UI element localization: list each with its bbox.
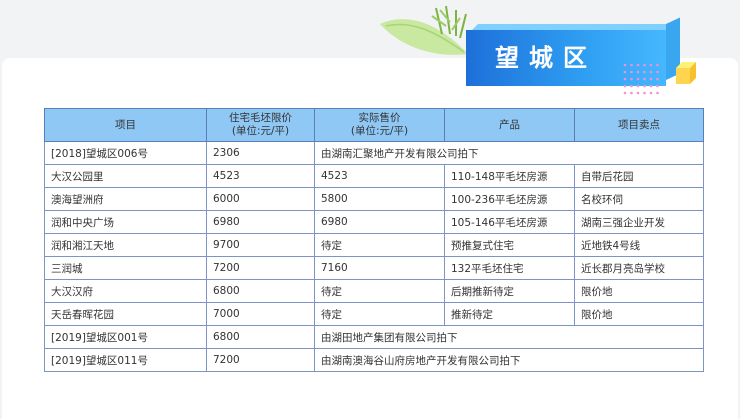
cell-note: 由湖田地产集团有限公司拍下: [314, 325, 704, 349]
cell-limit-price: 6980: [206, 210, 315, 234]
pattern-dot: [623, 91, 627, 95]
header-actual-price: 实际售价 (单位:元/平): [314, 108, 445, 142]
cell-limit-price: 6800: [206, 279, 315, 303]
cell-project: 润和湘江天地: [44, 233, 207, 257]
cell-product: 132平毛坯住宅: [444, 256, 575, 280]
pattern-dot: [630, 70, 633, 74]
cell-product: 预推复式住宅: [444, 233, 575, 257]
pattern-dot: [643, 70, 646, 74]
cell-project: [2018]望城区006号: [44, 141, 207, 165]
table-row: 润和湘江天地 9700 待定 预推复式住宅 近地铁4号线: [44, 233, 704, 257]
cell-project: 天岳春晖花园: [44, 302, 207, 326]
cell-project: [2019]望城区001号: [44, 325, 207, 349]
district-title-banner: 望城区: [466, 17, 698, 95]
pattern-dot: [643, 91, 646, 95]
pattern-dot: [636, 84, 640, 88]
table-row: 大汉公园里 4523 4523 110-148平毛坯房源 自带后花园: [44, 164, 704, 188]
cell-project: 澳海望洲府: [44, 187, 207, 211]
cell-product: 105-146平毛坯房源: [444, 210, 575, 234]
cell-limit-price: 7200: [206, 348, 315, 372]
cell-selling-point: 近长郡月亮岛学校: [574, 256, 704, 280]
table-row: 大汉汉府 6800 待定 后期推新待定 限价地: [44, 279, 704, 303]
cell-actual-price: 7160: [314, 256, 445, 280]
cell-note: 由湖南澳海谷山府房地产开发有限公司拍下: [314, 348, 704, 372]
cell-actual-price: 5800: [314, 187, 445, 211]
pattern-dot: [623, 84, 627, 88]
table-row: 润和中央广场 6980 6980 105-146平毛坯房源 湖南三强企业开发: [44, 210, 704, 234]
cell-selling-point: 限价地: [574, 279, 704, 303]
cell-limit-price: 4523: [206, 164, 315, 188]
header-limit-price: 住宅毛坯限价 (单位:元/平): [206, 108, 315, 142]
cell-limit-price: 6800: [206, 325, 315, 349]
cell-product: 推新待定: [444, 302, 575, 326]
district-title: 望城区: [495, 44, 597, 72]
table-header-row: 项目 住宅毛坯限价 (单位:元/平) 实际售价 (单位:元/平) 产品 项目卖点: [44, 108, 704, 142]
table-row: 天岳春晖花园 7000 待定 推新待定 限价地: [44, 302, 704, 326]
table-row: 澳海望洲府 6000 5800 100-236平毛坯房源 名校环伺: [44, 187, 704, 211]
pattern-dot: [643, 77, 646, 81]
table-row: [2018]望城区006号 2306 由湖南汇聚地产开发有限公司拍下: [44, 141, 704, 165]
cell-limit-price: 7000: [206, 302, 315, 326]
cell-project: 三润城: [44, 256, 207, 280]
cell-project: [2019]望城区011号: [44, 348, 207, 372]
pattern-dot: [643, 63, 646, 67]
pattern-dot: [630, 63, 633, 67]
cell-limit-price: 7200: [206, 256, 315, 280]
pattern-dot: [656, 91, 659, 95]
yellow-cube-icon: [676, 62, 696, 84]
pattern-dot: [649, 84, 653, 88]
pattern-dot: [630, 84, 633, 88]
cell-product: 110-148平毛坯房源: [444, 164, 575, 188]
table-row: 三润城 7200 7160 132平毛坯住宅 近长郡月亮岛学校: [44, 256, 704, 280]
cell-product: 后期推新待定: [444, 279, 575, 303]
pattern-dot: [649, 63, 653, 67]
pattern-dot: [623, 70, 627, 74]
cell-project: 大汉汉府: [44, 279, 207, 303]
cell-note: 由湖南汇聚地产开发有限公司拍下: [314, 141, 704, 165]
pattern-dot: [643, 84, 646, 88]
cell-product: 100-236平毛坯房源: [444, 187, 575, 211]
cell-actual-price: 待定: [314, 279, 445, 303]
project-price-table: 项目 住宅毛坯限价 (单位:元/平) 实际售价 (单位:元/平) 产品 项目卖点 […: [44, 108, 704, 372]
pattern-dot: [630, 91, 633, 95]
pattern-dot: [656, 84, 659, 88]
pattern-dot: [623, 77, 627, 81]
cell-actual-price: 待定: [314, 302, 445, 326]
pattern-dot: [630, 77, 633, 81]
pattern-dot: [656, 77, 659, 81]
cell-limit-price: 2306: [206, 141, 315, 165]
cell-selling-point: 名校环伺: [574, 187, 704, 211]
cell-limit-price: 6000: [206, 187, 315, 211]
pattern-dot: [636, 77, 640, 81]
cell-selling-point: 近地铁4号线: [574, 233, 704, 257]
pattern-dot: [623, 63, 627, 67]
cell-project: 大汉公园里: [44, 164, 207, 188]
leaf-decoration-icon: [380, 5, 468, 55]
cell-project: 润和中央广场: [44, 210, 207, 234]
pattern-dot: [636, 91, 640, 95]
cell-selling-point: 湖南三强企业开发: [574, 210, 704, 234]
cell-selling-point: 自带后花园: [574, 164, 704, 188]
cell-actual-price: 4523: [314, 164, 445, 188]
header-product: 产品: [444, 108, 575, 142]
pattern-dot: [649, 70, 653, 74]
table-row: [2019]望城区001号 6800 由湖田地产集团有限公司拍下: [44, 325, 704, 349]
pattern-dot: [656, 63, 659, 67]
table-row: [2019]望城区011号 7200 由湖南澳海谷山府房地产开发有限公司拍下: [44, 348, 704, 372]
pattern-dot: [656, 70, 659, 74]
pattern-dot: [649, 77, 653, 81]
pattern-dot: [649, 91, 653, 95]
header-project: 项目: [44, 108, 207, 142]
cell-limit-price: 9700: [206, 233, 315, 257]
pattern-dot: [636, 70, 640, 74]
dot-pattern-icon: [623, 63, 659, 95]
pattern-dot: [636, 63, 640, 67]
cell-selling-point: 限价地: [574, 302, 704, 326]
cell-actual-price: 待定: [314, 233, 445, 257]
header-selling-point: 项目卖点: [574, 108, 704, 142]
cell-actual-price: 6980: [314, 210, 445, 234]
